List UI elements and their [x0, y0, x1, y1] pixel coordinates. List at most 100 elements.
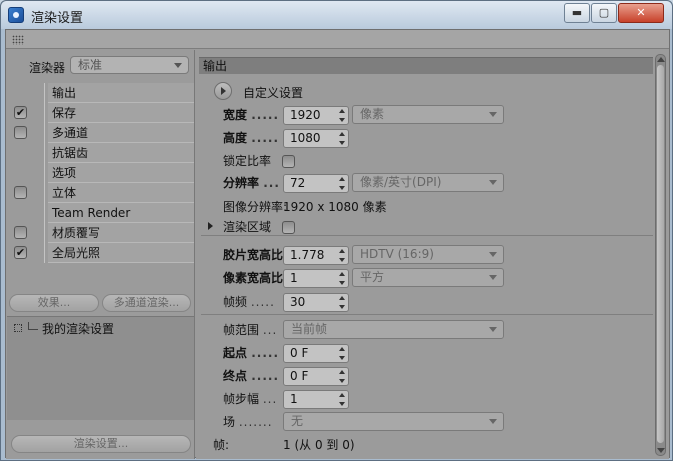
render-settings-button[interactable]: 渲染设置... — [11, 435, 191, 453]
renderer-select[interactable]: 标准 — [70, 56, 189, 74]
frames-value: 1 (从 0 到 0) — [283, 438, 355, 452]
list-item-label: 立体 — [48, 183, 194, 203]
divider — [201, 235, 653, 236]
pixel-aspect-select[interactable]: 平方 — [352, 268, 504, 287]
chevron-down-icon — [489, 419, 497, 424]
toolbar — [6, 30, 669, 49]
close-button[interactable]: ✕ — [618, 3, 664, 23]
grip-icon[interactable] — [12, 35, 24, 45]
frame-range-label: 帧范围 ... — [223, 323, 278, 337]
scroll-down-icon[interactable] — [657, 448, 665, 453]
film-aspect-select[interactable]: HDTV (16:9) — [352, 245, 504, 264]
film-aspect-input[interactable]: 1.778 — [283, 246, 349, 265]
save-checkbox[interactable]: ✔ — [14, 106, 27, 119]
chevron-down-icon — [489, 112, 497, 117]
list-item-material-override[interactable]: 材质覆写 — [6, 223, 194, 243]
fps-input[interactable]: 30 — [283, 293, 349, 312]
global-illumination-checkbox[interactable]: ✔ — [14, 246, 27, 259]
renderer-label: 渲染器 — [29, 61, 66, 75]
list-item-global-illumination[interactable]: ✔ 全局光照 — [6, 243, 194, 263]
frame-step-label: 帧步幅 ... — [223, 392, 278, 406]
material-override-checkbox[interactable] — [14, 226, 27, 239]
frame-range-select[interactable]: 当前帧 — [283, 320, 504, 339]
width-unit-select[interactable]: 像素 — [352, 105, 504, 124]
stepper-icon[interactable] — [339, 369, 346, 384]
multipass-checkbox[interactable] — [14, 126, 27, 139]
render-settings-window: 渲染设置 ▬ ▢ ✕ 渲染器 标准 输出 ✔ 保存 多通道 抗锯齿 选项 立体 … — [0, 0, 673, 461]
window-title: 渲染设置 — [31, 11, 84, 26]
film-aspect-label: 胶片宽高比 — [223, 248, 284, 262]
fps-label: 帧频 ..... — [223, 295, 275, 309]
chevron-down-icon — [489, 275, 497, 280]
chevron-down-icon — [489, 327, 497, 332]
list-item-label: 材质覆写 — [48, 223, 194, 243]
render-settings-list: 我的渲染设置 — [7, 316, 194, 420]
settings-expand-icon[interactable] — [14, 324, 22, 332]
list-item-label: 全局光照 — [48, 243, 194, 263]
render-region-checkbox[interactable] — [282, 221, 295, 234]
end-label: 终点 ..... — [223, 369, 279, 383]
minimize-button[interactable]: ▬ — [564, 3, 590, 23]
start-label: 起点 ..... — [223, 346, 279, 360]
settings-category-list: 输出 ✔ 保存 多通道 抗锯齿 选项 立体 Team Render 材质覆写 ✔… — [6, 83, 194, 263]
client-area: 渲染器 标准 输出 ✔ 保存 多通道 抗锯齿 选项 立体 Team Render… — [5, 29, 670, 459]
width-input[interactable]: 1920 — [283, 106, 349, 125]
height-input[interactable]: 1080 — [283, 129, 349, 148]
title-bar[interactable]: 渲染设置 ▬ ▢ ✕ — [1, 1, 672, 29]
list-item-output[interactable]: 输出 — [6, 83, 194, 103]
lock-ratio-checkbox[interactable] — [282, 155, 295, 168]
stereo-checkbox[interactable] — [14, 186, 27, 199]
render-region-label: 渲染区域 — [223, 220, 272, 234]
list-item-label: 保存 — [48, 103, 194, 123]
pixel-aspect-input[interactable]: 1 — [283, 269, 349, 288]
stepper-icon[interactable] — [339, 108, 346, 123]
image-resolution-value: 1920 x 1080 像素 — [283, 200, 387, 214]
field-select[interactable]: 无 — [283, 412, 504, 431]
app-icon — [8, 7, 24, 23]
stepper-icon[interactable] — [339, 248, 346, 263]
list-item-team-render[interactable]: Team Render — [6, 203, 194, 223]
resolution-label: 分辨率 ... — [223, 176, 280, 190]
list-item-save[interactable]: ✔ 保存 — [6, 103, 194, 123]
renderer-value: 标准 — [78, 58, 103, 72]
list-item-label: 选项 — [48, 163, 194, 183]
scroll-up-icon[interactable] — [657, 57, 665, 62]
frame-step-input[interactable]: 1 — [283, 390, 349, 409]
end-input[interactable]: 0 F — [283, 367, 349, 386]
list-item-label: 输出 — [48, 83, 194, 103]
resolution-unit-select[interactable]: 像素/英寸(DPI) — [352, 173, 504, 192]
image-resolution-label: 图像分辨率: — [223, 200, 288, 214]
list-item-multipass[interactable]: 多通道 — [6, 123, 194, 143]
lock-ratio-label: 锁定比率 — [223, 154, 272, 168]
stepper-icon[interactable] — [339, 176, 346, 191]
list-item-antialiasing[interactable]: 抗锯齿 — [6, 143, 194, 163]
width-label: 宽度 ..... — [223, 108, 279, 122]
scroll-thumb[interactable] — [657, 65, 664, 443]
effects-button[interactable]: 效果... — [9, 294, 99, 312]
stepper-icon[interactable] — [339, 392, 346, 407]
start-input[interactable]: 0 F — [283, 344, 349, 363]
vertical-scrollbar[interactable] — [655, 54, 666, 456]
chevron-down-icon — [489, 180, 497, 185]
list-item-label: 抗锯齿 — [48, 143, 194, 163]
section-header-output: 输出 — [199, 57, 653, 74]
list-item-stereo[interactable]: 立体 — [6, 183, 194, 203]
pixel-aspect-label: 像素宽高比 — [223, 271, 284, 285]
preset-play-button[interactable] — [214, 82, 232, 100]
list-item-label: Team Render — [48, 203, 194, 223]
stepper-icon[interactable] — [339, 346, 346, 361]
stepper-icon[interactable] — [339, 131, 346, 146]
height-label: 高度 ..... — [223, 131, 279, 145]
multipass-render-button[interactable]: 多通道渲染... — [102, 294, 191, 312]
field-label: 场 ....... — [223, 415, 273, 429]
expand-arrow-icon[interactable] — [208, 222, 213, 230]
stepper-icon[interactable] — [339, 271, 346, 286]
maximize-button[interactable]: ▢ — [591, 3, 617, 23]
stepper-icon[interactable] — [339, 295, 346, 310]
frames-label: 帧: — [213, 438, 230, 452]
chevron-down-icon — [489, 252, 497, 257]
render-setting-item[interactable]: 我的渲染设置 — [42, 320, 114, 337]
list-item-options[interactable]: 选项 — [6, 163, 194, 183]
divider — [201, 314, 653, 315]
resolution-input[interactable]: 72 — [283, 174, 349, 193]
